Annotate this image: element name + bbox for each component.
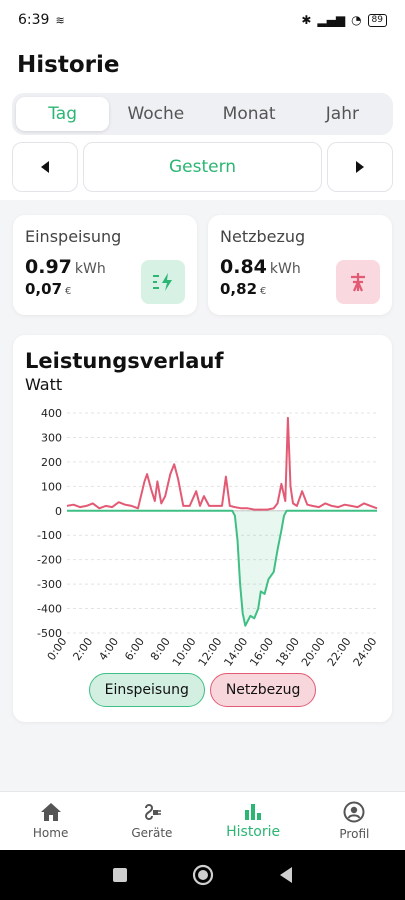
y-tick-label: -100 — [37, 529, 62, 542]
power-line-chart: 4003002001000-100-200-300-400-5000:00 2:0… — [37, 407, 380, 667]
plug-icon — [144, 804, 161, 820]
y-tick-label: 100 — [41, 480, 62, 493]
y-tick-label: 400 — [41, 407, 62, 420]
x-tick-label: 8:00 — [148, 635, 173, 663]
x-tick-label: 6:00 — [122, 635, 147, 663]
home-circle-icon[interactable] — [192, 864, 214, 886]
tab-monat[interactable]: Monat — [203, 97, 296, 131]
tab-jahr[interactable]: Jahr — [296, 97, 389, 131]
previous-day-button[interactable] — [12, 142, 78, 192]
home-icon — [40, 803, 61, 821]
x-tick-label: 12:00 — [196, 635, 225, 667]
grid-kwh-unit: kWh — [269, 261, 301, 277]
tab-tag[interactable]: Tag — [16, 97, 110, 131]
y-tick-label: 200 — [41, 456, 62, 469]
grid-kwh: 0.84 — [220, 256, 267, 278]
profile-icon — [343, 801, 365, 823]
current-date-button[interactable]: Gestern — [83, 142, 322, 192]
nav-home[interactable]: Home — [0, 792, 101, 850]
x-tick-label: 24:00 — [351, 635, 380, 667]
signal-icon: ▂▄▆ — [317, 13, 346, 27]
y-tick-label: -400 — [37, 603, 62, 616]
feed-in-cost-unit: € — [65, 286, 72, 297]
x-tick-label: 14:00 — [221, 635, 250, 667]
triangle-left-icon — [41, 161, 49, 173]
x-tick-label: 4:00 — [96, 635, 121, 663]
grid-cost: 0,82 — [220, 280, 258, 298]
x-tick-label: 10:00 — [170, 635, 199, 667]
period-tabs: Tag Woche Monat Jahr — [12, 93, 393, 135]
feed-in-icon — [141, 260, 185, 304]
x-tick-label: 16:00 — [247, 635, 276, 667]
chart-legend: Einspeisung Netzbezug — [13, 673, 392, 707]
grid-card: Netzbezug 0.84 kWh 0,82 € — [208, 215, 392, 315]
x-tick-label: 18:00 — [273, 635, 302, 667]
grid-pylon-icon — [336, 260, 380, 304]
nav-profile-label: Profil — [339, 827, 370, 841]
status-bar: 6:39 ≋ ✱ ▂▄▆ ◔ 89 — [0, 0, 405, 40]
nav-devices-label: Geräte — [131, 826, 173, 840]
chart-title: Leistungsverlauf — [25, 349, 224, 373]
legend-grid-toggle[interactable]: Netzbezug — [209, 673, 317, 707]
y-tick-label: 300 — [41, 431, 62, 444]
feed-in-kwh: 0.97 — [25, 256, 72, 278]
series-line-einspeisung — [67, 509, 377, 627]
nav-history-label: Historie — [226, 824, 281, 840]
back-icon[interactable] — [278, 866, 294, 884]
feed-in-title: Einspeisung — [25, 227, 122, 246]
bar-chart-icon — [245, 804, 262, 820]
nav-history[interactable]: Historie — [203, 792, 304, 850]
date-navigation: Gestern — [12, 142, 393, 192]
sync-icon: ≋ — [55, 13, 65, 27]
bottom-navigation: Home Geräte Historie Profil — [0, 791, 405, 850]
y-tick-label: -300 — [37, 578, 62, 591]
feed-in-card: Einspeisung 0.97 kWh 0,07 € — [13, 215, 197, 315]
status-time: 6:39 — [18, 12, 50, 28]
grid-title: Netzbezug — [220, 227, 306, 246]
feed-in-cost: 0,07 — [25, 280, 63, 298]
x-tick-label: 20:00 — [299, 635, 328, 667]
next-day-button[interactable] — [327, 142, 393, 192]
chart-y-label: Watt — [25, 375, 63, 394]
x-tick-label: 2:00 — [70, 635, 95, 663]
battery-icon: 89 — [367, 13, 387, 27]
y-tick-label: 0 — [55, 505, 62, 518]
grid-cost-unit: € — [260, 286, 267, 297]
triangle-right-icon — [356, 161, 364, 173]
system-navigation-bar — [0, 850, 405, 900]
feed-in-kwh-unit: kWh — [74, 261, 106, 277]
page-title: Historie — [17, 52, 120, 78]
wifi-icon: ◔ — [351, 13, 362, 27]
series-area-einspeisung — [67, 510, 377, 626]
series-line-netzbezug — [66, 416, 378, 511]
nav-home-label: Home — [32, 826, 69, 840]
nav-profile[interactable]: Profil — [304, 792, 405, 850]
power-chart-card: Leistungsverlauf Watt 400 300 200 100 0 -100 -… — [13, 335, 392, 722]
recents-icon[interactable] — [112, 867, 128, 883]
tab-woche[interactable]: Woche — [109, 97, 202, 131]
bluetooth-icon: ✱ — [301, 13, 312, 27]
legend-feed-in-toggle[interactable]: Einspeisung — [88, 673, 205, 707]
x-tick-label: 22:00 — [325, 635, 354, 667]
nav-devices[interactable]: Geräte — [101, 792, 202, 850]
y-tick-label: -200 — [37, 554, 62, 567]
